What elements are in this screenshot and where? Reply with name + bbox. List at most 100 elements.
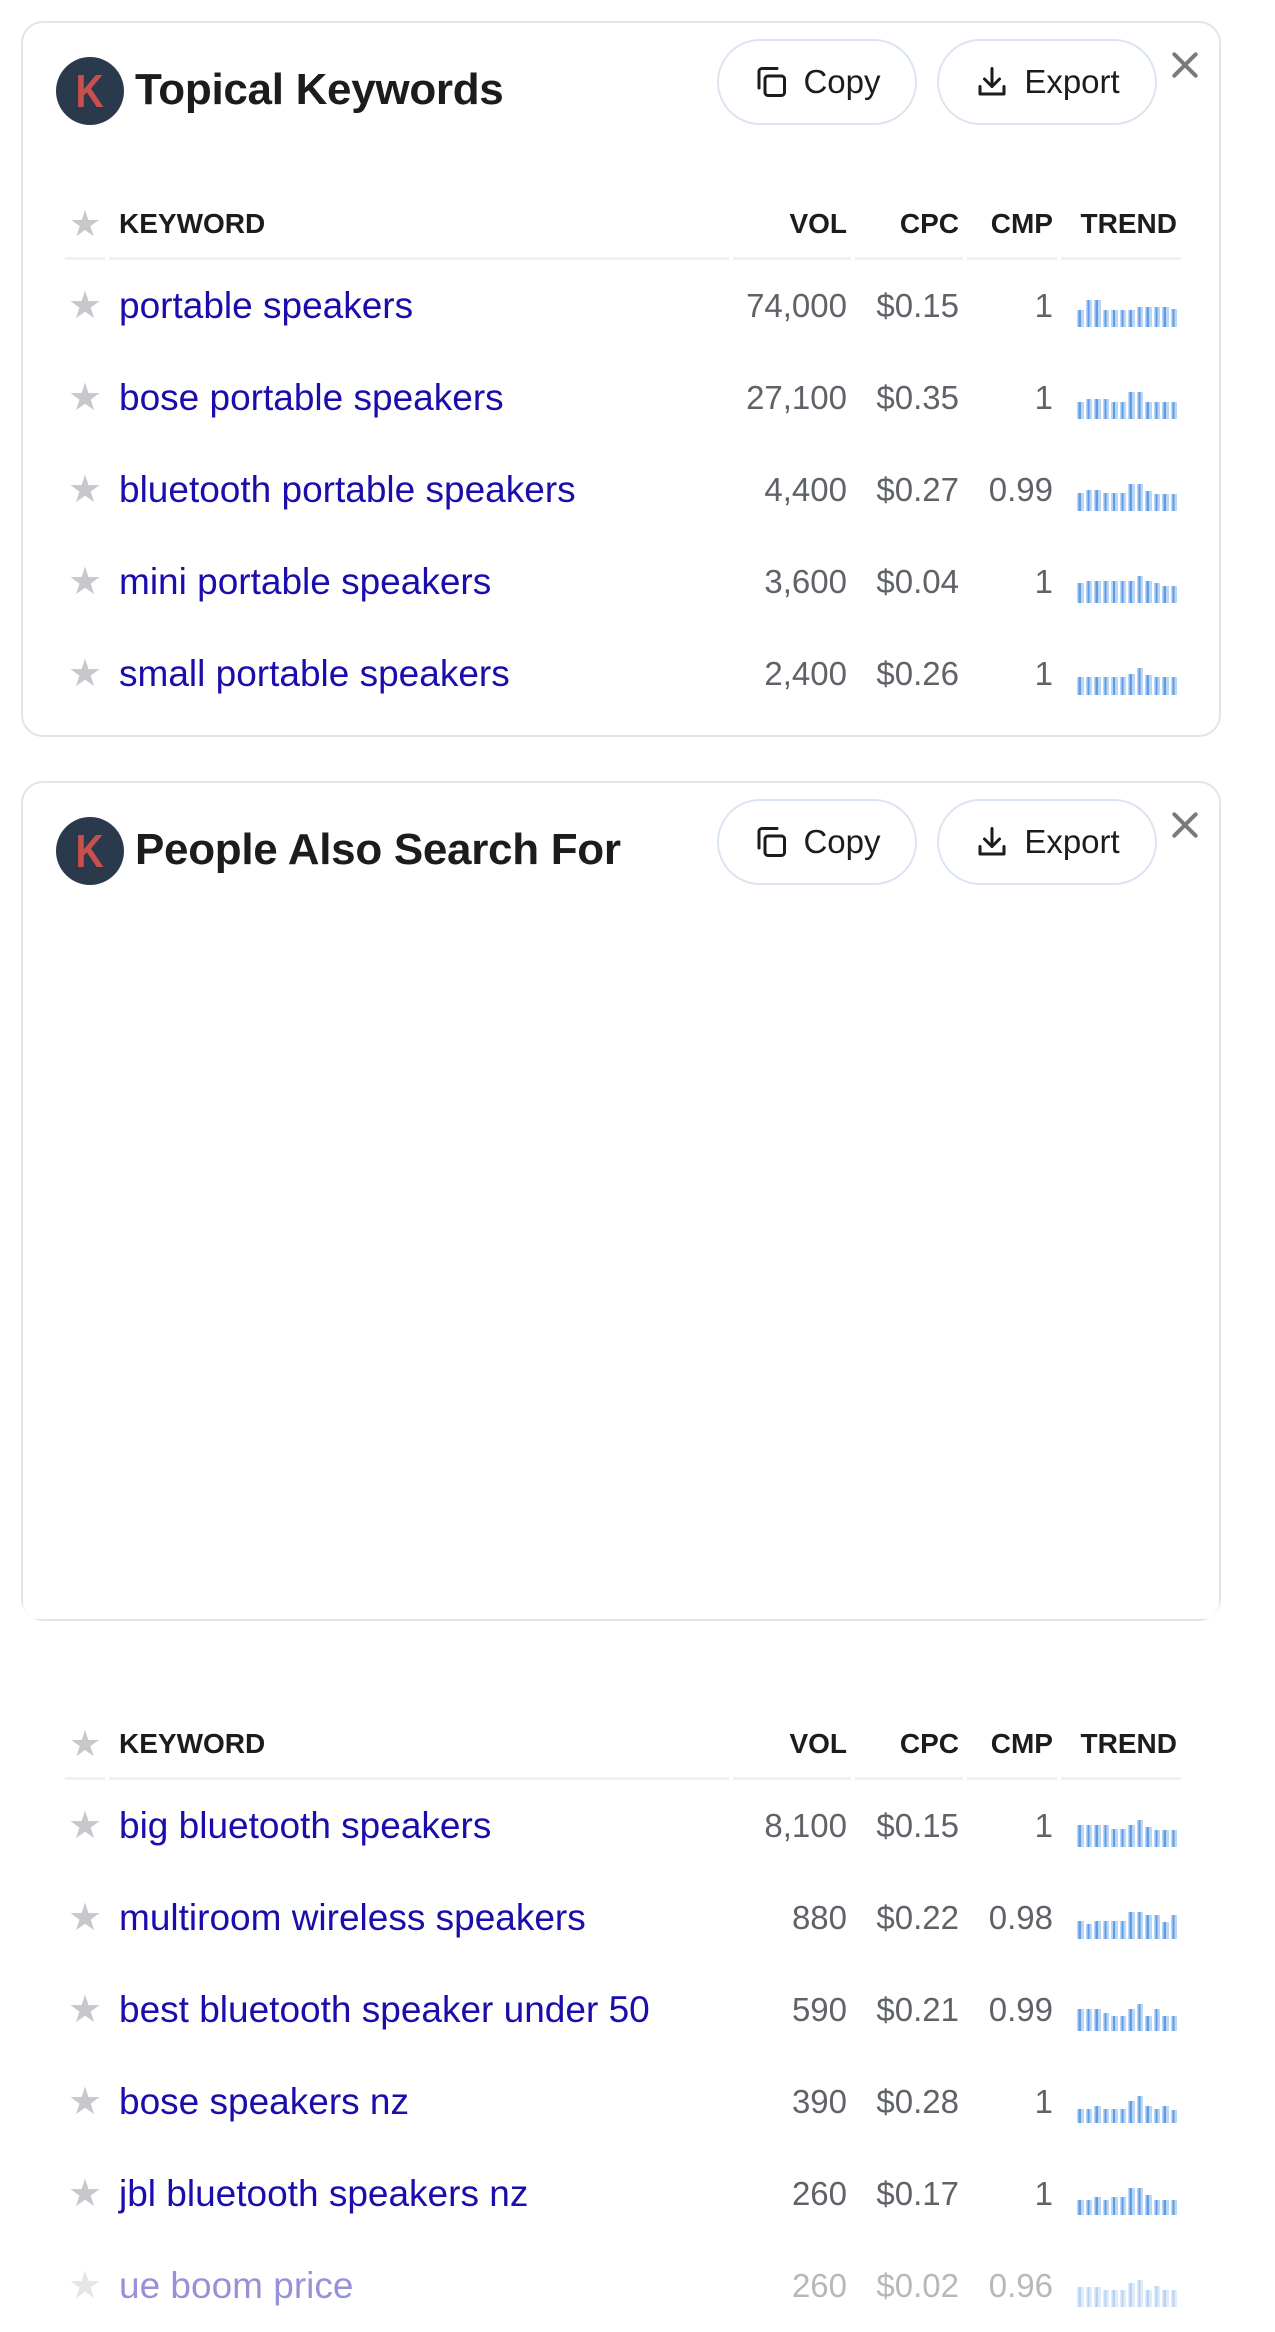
cpc-value: $0.17 (876, 2175, 959, 2212)
trend-bar (1094, 2009, 1101, 2032)
export-button[interactable]: Export (937, 39, 1157, 125)
trend-bar (1119, 310, 1126, 328)
keyword-link[interactable]: bluetooth portable speakers (109, 444, 729, 536)
trend-bar (1170, 1830, 1177, 1848)
trend-sparkline (1077, 391, 1177, 420)
trend-bar (1145, 491, 1152, 512)
cpc-value: $0.21 (876, 1991, 959, 2028)
card-title: Topical Keywords (135, 65, 504, 114)
trend-bar (1094, 300, 1101, 328)
trend-bar (1170, 1915, 1177, 1940)
trend-bar (1145, 2106, 1152, 2124)
star-icon[interactable]: ★ (68, 1991, 102, 2029)
trend-bar (1145, 2016, 1152, 2032)
keyword-link[interactable]: bose portable speakers (109, 352, 729, 444)
volume-value: 260 (791, 2175, 847, 2212)
trend-bar (1085, 2287, 1092, 2308)
column-trend: TREND (1061, 1711, 1181, 1780)
trend-bar (1102, 1825, 1109, 1848)
card-header: K Topical Keywords Copy Export (23, 23, 1219, 163)
volume-value: 260 (791, 2267, 847, 2304)
volume-value: 74,000 (746, 287, 847, 324)
trend-bar (1094, 2287, 1101, 2308)
competition-value: 1 (1034, 2083, 1053, 2120)
trend-bar (1085, 399, 1092, 420)
volume-value: 2,400 (764, 655, 847, 692)
keyword-link[interactable]: small portable speakers (109, 628, 729, 720)
trend-bar (1128, 2009, 1135, 2032)
cpc-value: $0.15 (876, 287, 959, 324)
keyword-link[interactable]: mini portable speakers (109, 536, 729, 628)
star-icon[interactable]: ★ (68, 379, 102, 417)
close-icon[interactable] (1169, 49, 1201, 81)
trend-bar (1111, 2197, 1118, 2216)
trend-bar (1077, 677, 1084, 696)
trend-bar (1119, 1921, 1126, 1940)
trend-bar (1136, 668, 1143, 696)
trend-bar (1170, 2290, 1177, 2308)
copy-button[interactable]: Copy (717, 799, 917, 885)
table-row: ★ portable speakers 74,000 $0.15 1 (65, 260, 1181, 352)
keyword-link[interactable]: jbl bluetooth speakers nz (109, 2148, 729, 2240)
copy-icon (757, 827, 787, 857)
trend-sparkline (1077, 2187, 1177, 2216)
star-icon[interactable]: ★ (68, 471, 102, 509)
keyword-link[interactable]: portable speakers (109, 260, 729, 352)
trend-bar (1170, 402, 1177, 420)
keyword-link[interactable]: bose speakers nz (109, 2056, 729, 2148)
star-icon[interactable]: ★ (68, 1899, 102, 1937)
copy-button[interactable]: Copy (717, 39, 917, 125)
trend-bar (1094, 2106, 1101, 2124)
star-icon[interactable]: ★ (69, 205, 101, 242)
trend-bar (1085, 2009, 1092, 2032)
keyword-link[interactable]: multiroom wireless speakers (109, 1872, 729, 1964)
trend-bar (1077, 2287, 1084, 2308)
keyword-link[interactable]: ue boom price (109, 2240, 729, 2332)
close-icon[interactable] (1169, 809, 1201, 841)
table-row: ★ bluetooth portable speakers 4,400 $0.27 0.… (65, 444, 1181, 536)
export-button[interactable]: Export (937, 799, 1157, 885)
keyword-link[interactable]: best bluetooth speaker under 50 (109, 1964, 729, 2056)
trend-sparkline (1077, 2279, 1177, 2308)
trend-sparkline (1077, 299, 1177, 328)
cpc-value: $0.26 (876, 655, 959, 692)
trend-sparkline (1077, 667, 1177, 696)
star-icon[interactable]: ★ (68, 655, 102, 693)
table-row: ★ small portable speakers 2,400 $0.26 1 (65, 628, 1181, 720)
trend-bar (1136, 576, 1143, 604)
star-icon[interactable]: ★ (68, 2267, 102, 2305)
volume-value: 8,100 (764, 1807, 847, 1844)
trend-bar (1128, 2101, 1135, 2124)
trend-bar (1153, 1830, 1160, 1848)
trend-bar (1136, 2096, 1143, 2124)
star-icon[interactable]: ★ (68, 2175, 102, 2213)
trend-sparkline (1077, 1911, 1177, 1940)
column-keyword: KEYWORD (109, 1711, 729, 1780)
trend-bar (1085, 677, 1092, 696)
trend-bar (1111, 2290, 1118, 2308)
trend-bar (1128, 674, 1135, 696)
trend-bar (1162, 307, 1169, 328)
star-icon[interactable]: ★ (68, 1807, 102, 1845)
trend-bar (1128, 1912, 1135, 1940)
trend-bar (1119, 2197, 1126, 2216)
star-icon[interactable]: ★ (69, 1725, 101, 1762)
trend-cell (1061, 536, 1181, 628)
trend-bar (1077, 583, 1084, 604)
trend-bar (1119, 2290, 1126, 2308)
card-header: K People Also Search For Copy Export (23, 783, 1219, 923)
trend-cell (1061, 2148, 1181, 2240)
star-icon[interactable]: ★ (68, 287, 102, 325)
trend-bar (1119, 493, 1126, 512)
keyword-link[interactable]: big bluetooth speakers (109, 1780, 729, 1872)
trend-bar (1153, 2286, 1160, 2308)
trend-bar (1128, 310, 1135, 328)
trend-bar (1145, 402, 1152, 420)
volume-value: 27,100 (746, 379, 847, 416)
trend-sparkline (1077, 2003, 1177, 2032)
cpc-value: $0.28 (876, 2083, 959, 2120)
table-row: ★ best bluetooth speaker under 50 590 $0.21… (65, 1964, 1181, 2056)
star-icon[interactable]: ★ (68, 563, 102, 601)
trend-cell (1061, 1780, 1181, 1872)
star-icon[interactable]: ★ (68, 2083, 102, 2121)
